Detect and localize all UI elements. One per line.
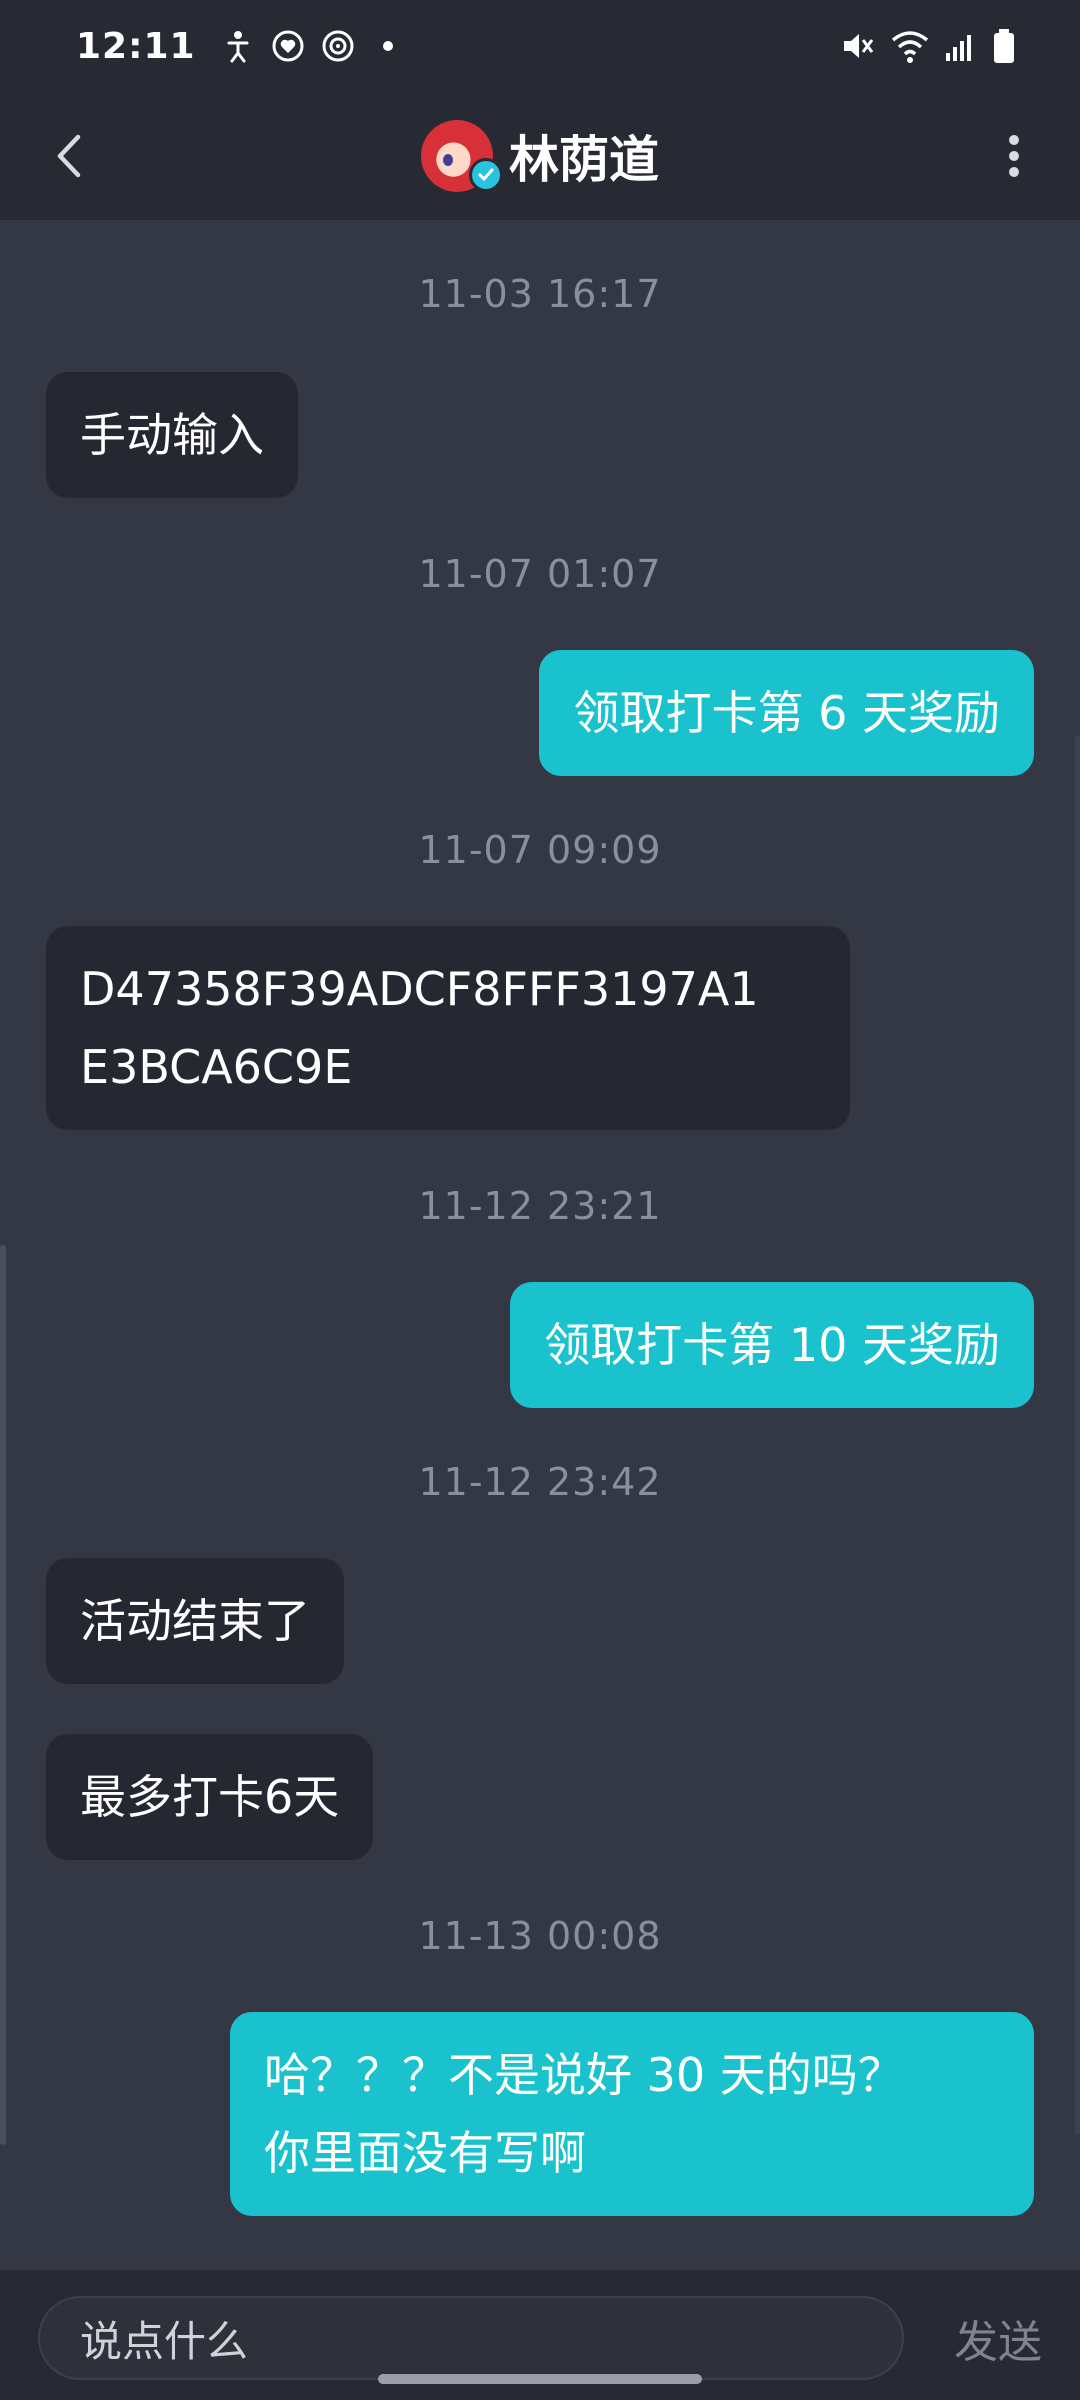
status-time: 12:11	[76, 25, 196, 67]
outgoing-message[interactable]: 领取打卡第 10 天奖励	[510, 1282, 1034, 1408]
scrollbar-left	[0, 1245, 6, 2145]
scrollbar[interactable]	[1075, 735, 1080, 2135]
message-line: 哈？？？不是说好 30 天的吗？	[264, 2048, 904, 2102]
incoming-message[interactable]: D47358F39ADCF8FFF3197A1 E3BCA6C9E	[46, 926, 850, 1130]
timestamp: 11-07 01:07	[418, 552, 662, 596]
avatar[interactable]	[421, 120, 503, 192]
accessibility-icon	[218, 26, 258, 66]
signal-icon	[944, 29, 978, 63]
back-button[interactable]	[30, 118, 106, 194]
mute-icon	[840, 28, 876, 64]
incoming-message[interactable]: 手动输入	[46, 372, 298, 498]
heart-app-icon	[268, 26, 308, 66]
status-left-icons	[218, 26, 418, 66]
incoming-message[interactable]: 最多打卡6天	[46, 1734, 374, 1860]
avatar-eye	[443, 154, 453, 166]
home-indicator[interactable]	[378, 2374, 702, 2384]
message-input[interactable]: 说点什么	[38, 2296, 904, 2380]
more-options-button[interactable]	[976, 118, 1052, 194]
chat-screen: 12:11 林荫道 11-03 16:17 手动输入 11-07 01:07 领…	[0, 0, 1080, 2400]
timestamp: 11-12 23:42	[418, 1460, 662, 1504]
outgoing-message[interactable]: 领取打卡第 6 天奖励	[539, 650, 1034, 776]
target-app-icon	[318, 26, 358, 66]
status-bar: 12:11	[0, 0, 1080, 92]
dot-icon	[368, 26, 408, 66]
timestamp: 11-13 00:08	[418, 1914, 662, 1958]
timestamp: 11-07 09:09	[418, 828, 662, 872]
message-line: D47358F39ADCF8FFF3197A1	[80, 962, 759, 1016]
message-line: E3BCA6C9E	[80, 1040, 353, 1094]
wifi-icon	[890, 28, 930, 64]
outgoing-message[interactable]: 哈？？？不是说好 30 天的吗？ 你里面没有写啊	[230, 2012, 1034, 2216]
chat-header: 林荫道	[0, 92, 1080, 220]
more-vertical-icon	[1009, 135, 1019, 177]
verified-badge	[469, 158, 503, 192]
incoming-message[interactable]: 活动结束了	[46, 1558, 344, 1684]
chevron-left-icon	[57, 134, 81, 178]
status-right-icons	[826, 28, 1016, 64]
message-line: 你里面没有写啊	[264, 2126, 586, 2180]
timestamp: 11-03 16:17	[418, 272, 662, 316]
battery-icon	[992, 28, 1016, 64]
message-list[interactable]: 11-03 16:17 手动输入 11-07 01:07 领取打卡第 6 天奖励…	[0, 220, 1080, 2270]
send-button[interactable]: 发送	[954, 2300, 1042, 2376]
contact-info[interactable]: 林荫道	[421, 120, 659, 192]
checkmark-icon	[478, 168, 494, 182]
contact-name: 林荫道	[509, 131, 659, 189]
timestamp: 11-12 23:21	[418, 1184, 662, 1228]
